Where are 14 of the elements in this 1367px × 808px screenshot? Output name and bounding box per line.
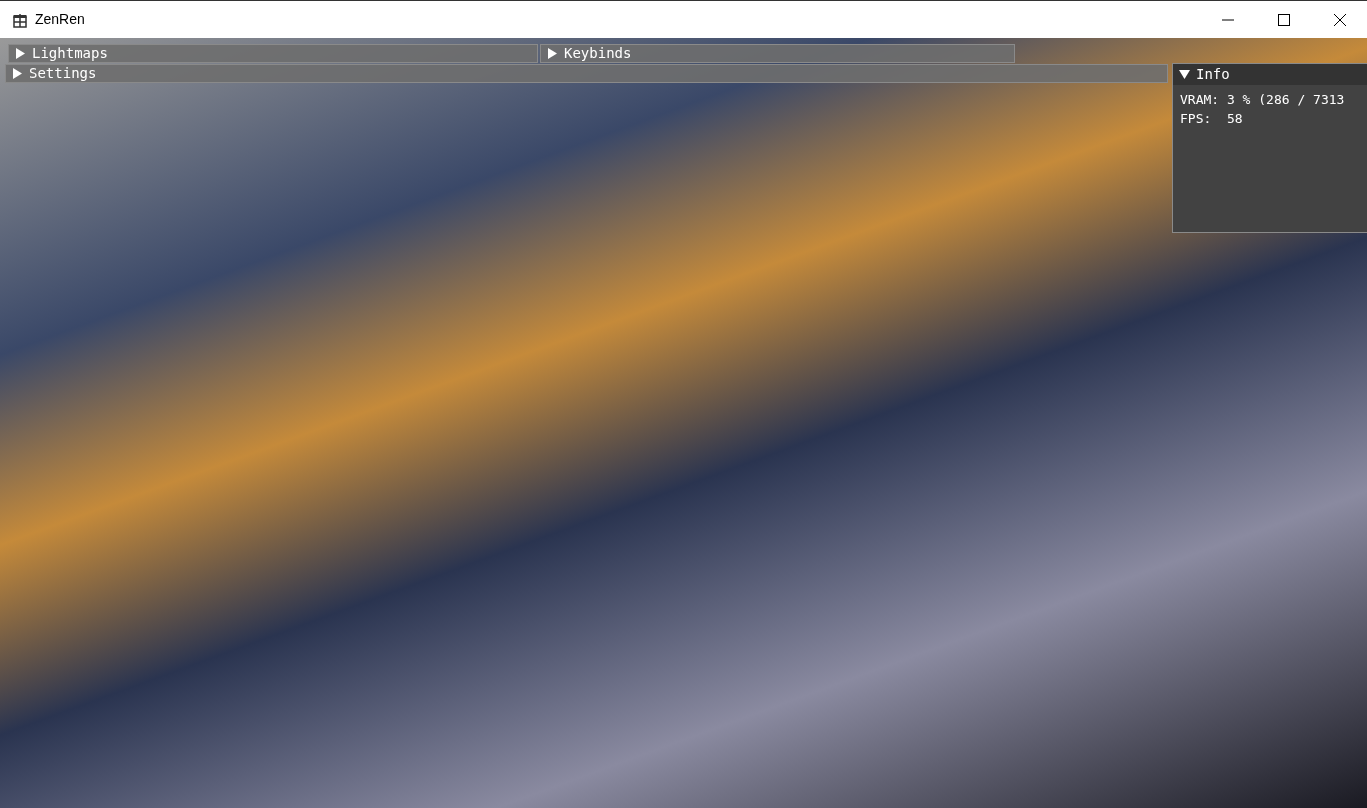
info-text: VRAM: 3 % (286 / 7313 — [1180, 91, 1346, 109]
info-text: FPS: 58 — [1180, 110, 1244, 128]
collapse-arrow-icon — [1179, 69, 1190, 80]
expand-arrow-icon — [15, 48, 26, 59]
close-icon — [1334, 13, 1346, 26]
expand-arrow-icon — [547, 48, 558, 59]
maximize-icon — [1278, 13, 1290, 26]
info-panel-header[interactable]: Info — [1173, 64, 1367, 85]
collapsible-panel-header[interactable]: Keybinds — [540, 44, 1015, 63]
expand-arrow-icon — [12, 68, 23, 79]
minimize-icon — [1222, 18, 1234, 21]
collapsible-panel-header[interactable]: Lightmaps — [8, 44, 538, 63]
window-title: ZenRen — [35, 10, 85, 29]
collapsible-panel-header[interactable]: Settings — [5, 64, 1168, 83]
